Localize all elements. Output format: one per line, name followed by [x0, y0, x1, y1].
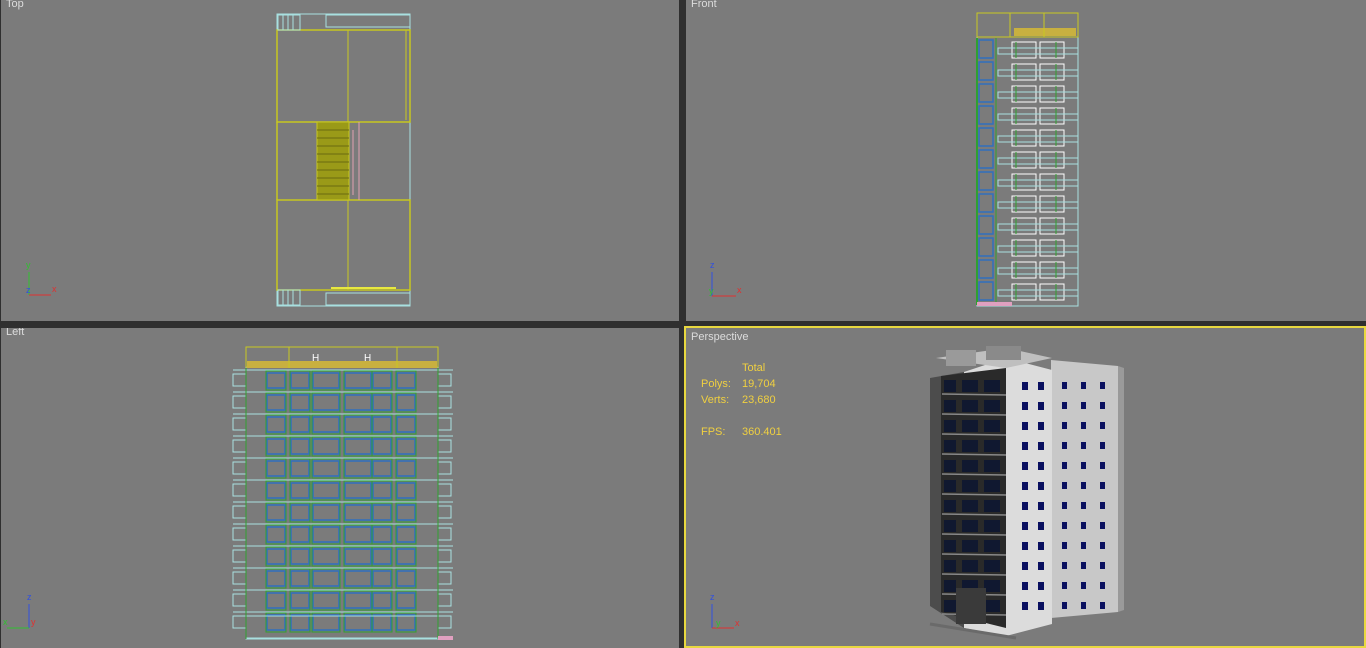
- axis-label: x: [735, 618, 740, 628]
- axis-label: z: [710, 260, 715, 270]
- axis-label: z: [26, 285, 31, 295]
- axis-label: y: [31, 617, 36, 627]
- axis-label: x: [737, 285, 742, 295]
- axis-label: y: [709, 286, 714, 296]
- viewport-left[interactable]: Left H H z x y: [1, 328, 679, 648]
- axis-label: z: [27, 592, 32, 602]
- perspective-building-render: z y x: [710, 346, 1124, 640]
- axis-label: y: [716, 618, 721, 628]
- viewport-front[interactable]: Front z y x: [686, 0, 1366, 321]
- svg-text:H: H: [364, 353, 371, 364]
- viewport-perspective[interactable]: Perspective Total Polys: 19,704 Verts: 2…: [684, 326, 1366, 648]
- axis-label: x: [3, 617, 8, 627]
- top-view-wireframe: y z x: [26, 13, 411, 307]
- front-view-wireframe: z y x: [709, 12, 1079, 307]
- axis-label: z: [710, 592, 715, 602]
- axis-label: y: [26, 260, 31, 270]
- viewport-top[interactable]: Top y z x: [1, 0, 679, 321]
- svg-text:H: H: [312, 353, 319, 364]
- left-view-wireframe: H H z x y: [3, 346, 453, 640]
- axis-label: x: [52, 284, 57, 294]
